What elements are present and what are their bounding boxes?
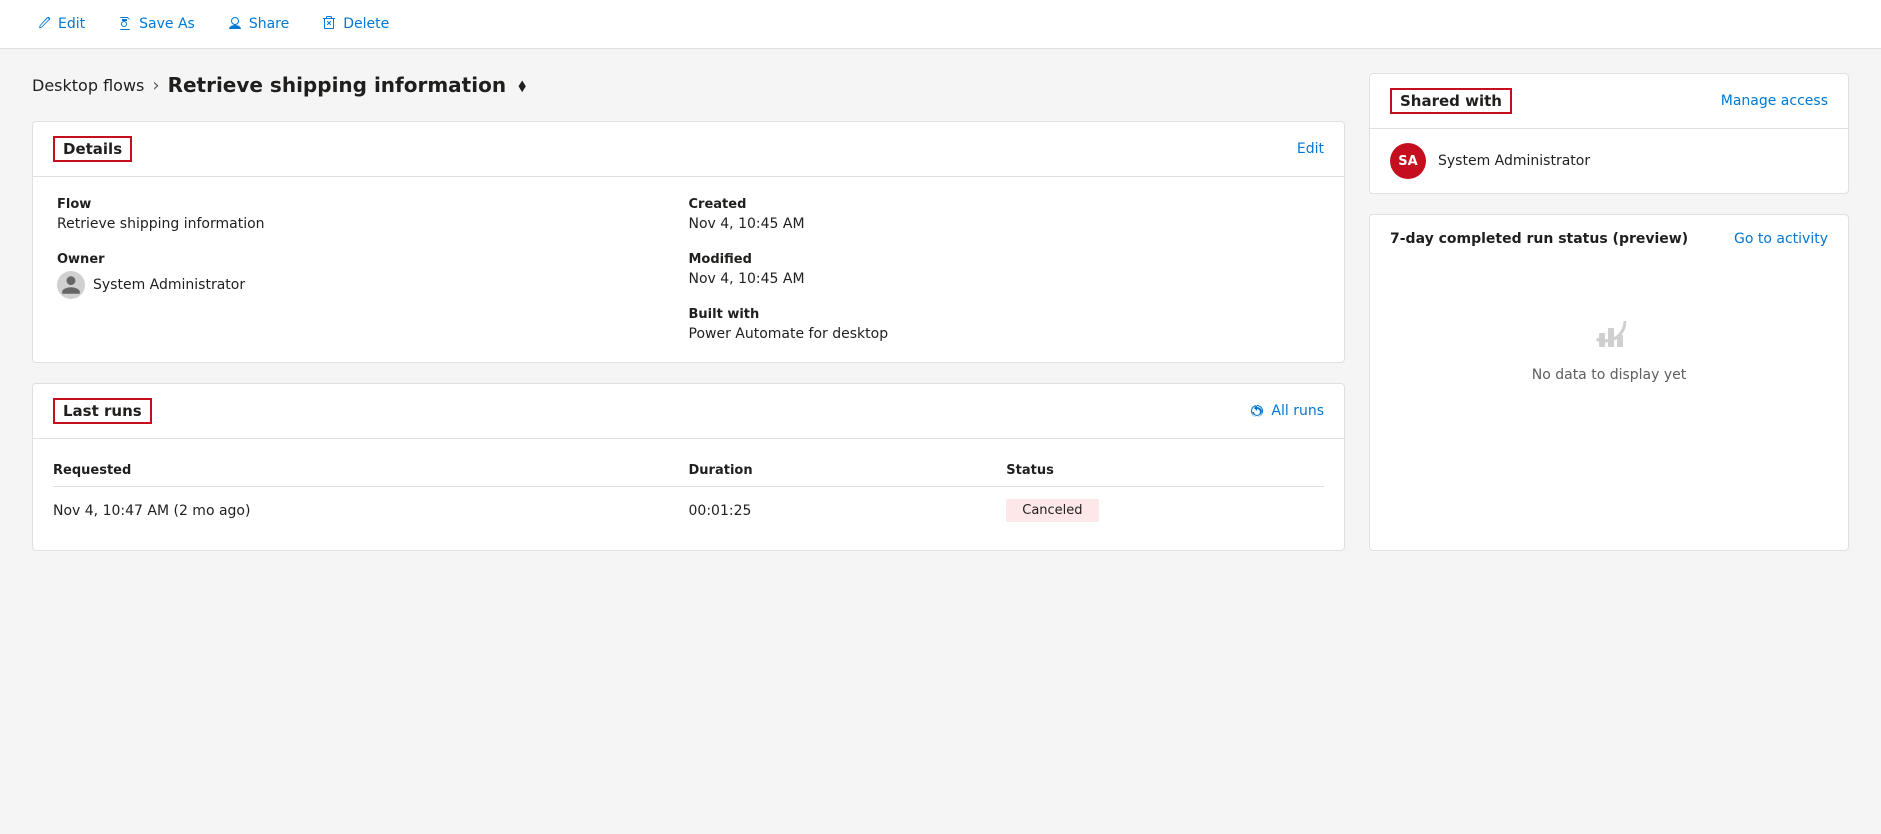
all-runs-label: All runs xyxy=(1271,403,1324,419)
created-group: Created Nov 4, 10:45 AM xyxy=(689,197,1321,232)
built-with-value: Power Automate for desktop xyxy=(689,326,889,342)
modified-group: Modified Nov 4, 10:45 AM xyxy=(689,252,1321,287)
runs-table-head: Requested Duration Status xyxy=(53,455,1324,487)
runs-table-body: Nov 4, 10:47 AM (2 mo ago) 00:01:25 Canc… xyxy=(53,487,1324,535)
edit-label: Edit xyxy=(58,16,85,32)
right-column: Shared with Manage access SA System Admi… xyxy=(1369,73,1849,551)
created-label: Created xyxy=(689,197,1321,212)
details-title: Details xyxy=(53,136,132,162)
flow-label: Flow xyxy=(57,197,689,212)
chart-icon xyxy=(1579,295,1639,355)
requested-cell: Nov 4, 10:47 AM (2 mo ago) xyxy=(53,487,689,535)
modified-label: Modified xyxy=(689,252,1321,267)
duration-cell: 00:01:25 xyxy=(689,487,1007,535)
details-right: Created Nov 4, 10:45 AM Modified Nov 4, … xyxy=(689,197,1321,342)
breadcrumb-separator: › xyxy=(152,75,159,96)
col-duration-header: Duration xyxy=(689,455,1007,487)
all-runs-link[interactable]: All runs xyxy=(1249,403,1324,419)
shared-item: SA System Administrator xyxy=(1370,129,1848,193)
status-badge: Canceled xyxy=(1006,499,1098,522)
details-left: Flow Retrieve shipping information Owner… xyxy=(57,197,689,342)
toolbar: Edit Save As Share Delete xyxy=(0,0,1881,49)
breadcrumb: Desktop flows › Retrieve shipping inform… xyxy=(32,73,1345,97)
last-runs-title: Last runs xyxy=(53,398,152,424)
flow-value: Retrieve shipping information xyxy=(57,216,265,232)
details-edit-link[interactable]: Edit xyxy=(1297,141,1324,157)
run-status-header: 7-day completed run status (preview) Go … xyxy=(1390,231,1828,247)
details-card-header: Details Edit xyxy=(33,122,1344,177)
shared-user-name: System Administrator xyxy=(1438,153,1590,169)
no-data-container: No data to display yet xyxy=(1390,263,1828,415)
owner-label: Owner xyxy=(57,252,689,267)
avatar xyxy=(57,271,85,299)
shared-with-header: Shared with Manage access xyxy=(1370,74,1848,129)
edit-icon xyxy=(36,16,52,32)
sa-avatar: SA xyxy=(1390,143,1426,179)
go-to-activity-link[interactable]: Go to activity xyxy=(1734,231,1828,247)
owner-value: System Administrator xyxy=(57,271,689,299)
person-icon xyxy=(60,274,82,296)
refresh-icon xyxy=(1249,403,1265,419)
diamond-icon: ⬧ xyxy=(518,75,526,96)
run-status-card: 7-day completed run status (preview) Go … xyxy=(1369,214,1849,551)
built-with-group: Built with Power Automate for desktop xyxy=(689,307,1321,342)
delete-button[interactable]: Delete xyxy=(309,10,401,38)
left-column: Desktop flows › Retrieve shipping inform… xyxy=(32,73,1345,551)
share-label: Share xyxy=(249,16,289,32)
no-data-text: No data to display yet xyxy=(1532,367,1687,383)
manage-access-link[interactable]: Manage access xyxy=(1721,93,1828,109)
run-status-title: 7-day completed run status (preview) xyxy=(1390,231,1688,247)
save-as-button[interactable]: Save As xyxy=(105,10,207,38)
runs-table-header-row: Requested Duration Status xyxy=(53,455,1324,487)
owner-group: Owner System Administrator xyxy=(57,252,689,299)
breadcrumb-parent[interactable]: Desktop flows xyxy=(32,76,144,95)
modified-value: Nov 4, 10:45 AM xyxy=(689,271,805,287)
details-card: Details Edit Flow Retrieve shipping info… xyxy=(32,121,1345,363)
created-value: Nov 4, 10:45 AM xyxy=(689,216,805,232)
owner-name: System Administrator xyxy=(93,277,245,293)
built-with-label: Built with xyxy=(689,307,1321,322)
shared-with-card: Shared with Manage access SA System Admi… xyxy=(1369,73,1849,194)
main-content: Desktop flows › Retrieve shipping inform… xyxy=(0,49,1881,575)
details-body: Flow Retrieve shipping information Owner… xyxy=(33,177,1344,362)
edit-button[interactable]: Edit xyxy=(24,10,97,38)
save-as-icon xyxy=(117,16,133,32)
delete-label: Delete xyxy=(343,16,389,32)
last-runs-header: Last runs All runs xyxy=(33,384,1344,439)
shared-with-title: Shared with xyxy=(1390,88,1512,114)
runs-table: Requested Duration Status Nov 4, 10:47 A… xyxy=(53,455,1324,534)
flow-group: Flow Retrieve shipping information xyxy=(57,197,689,232)
col-requested-header: Requested xyxy=(53,455,689,487)
share-icon xyxy=(227,16,243,32)
table-row: Nov 4, 10:47 AM (2 mo ago) 00:01:25 Canc… xyxy=(53,487,1324,535)
delete-icon xyxy=(321,16,337,32)
runs-table-wrapper: Requested Duration Status Nov 4, 10:47 A… xyxy=(33,439,1344,550)
col-status-header: Status xyxy=(1006,455,1324,487)
last-runs-card: Last runs All runs xyxy=(32,383,1345,551)
save-as-label: Save As xyxy=(139,16,195,32)
share-button[interactable]: Share xyxy=(215,10,301,38)
status-cell: Canceled xyxy=(1006,487,1324,535)
breadcrumb-current: Retrieve shipping information xyxy=(168,73,507,97)
